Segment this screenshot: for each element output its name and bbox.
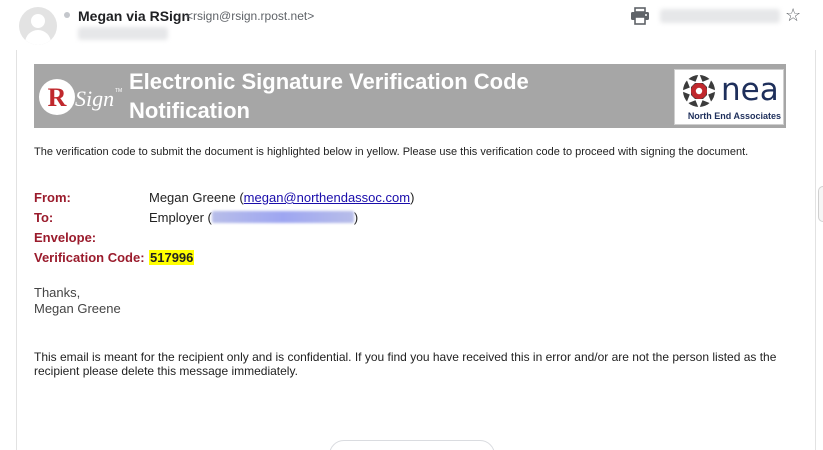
sender-name[interactable]: Megan via RSign xyxy=(78,8,190,24)
from-email-link[interactable]: megan@northendassoc.com xyxy=(244,190,410,205)
signoff-text: Thanks, xyxy=(34,285,81,300)
to-name: Employer ( xyxy=(149,210,212,225)
to-label: To: xyxy=(34,210,54,225)
from-name: Megan Greene ( xyxy=(149,190,244,205)
reply-button[interactable] xyxy=(329,440,495,450)
side-panel-handle[interactable] xyxy=(818,186,823,222)
nea-logo-subtitle: North End Associates xyxy=(687,111,781,121)
intro-text: The verification code to submit the docu… xyxy=(34,146,749,158)
unread-dot xyxy=(64,12,70,18)
nea-logo: nea North End Associates xyxy=(674,69,784,125)
printer-icon[interactable] xyxy=(630,7,650,25)
email-header: Megan via RSign <rsign@rsign.rpost.net> … xyxy=(0,0,823,222)
to-email-redacted[interactable] xyxy=(211,211,354,223)
rsign-logo-letter: R xyxy=(48,83,67,112)
to-value: Employer () xyxy=(149,210,358,225)
to-close: ) xyxy=(353,210,359,225)
from-label: From: xyxy=(34,190,71,205)
rsign-logo-tm: TM xyxy=(115,88,122,94)
banner-title: Electronic Signature Verification Code N… xyxy=(129,69,529,123)
person-avatar-icon[interactable] xyxy=(19,7,57,45)
from-close: ) xyxy=(410,190,415,205)
envelope-label: Envelope: xyxy=(34,230,97,245)
rsign-logo-word: Sign xyxy=(75,86,114,111)
verification-code-value[interactable]: 517996 xyxy=(149,250,195,265)
nea-sunburst-icon xyxy=(681,73,717,109)
recipient-redacted[interactable] xyxy=(78,27,168,40)
signature-block: Thanks, Megan Greene xyxy=(34,285,121,317)
timestamp-redacted xyxy=(660,9,780,23)
confidentiality-notice: This email is meant for the recipient on… xyxy=(34,350,777,378)
verification-code-label: Verification Code: xyxy=(34,250,145,265)
sender-email[interactable]: <rsign@rsign.rpost.net> xyxy=(186,9,314,23)
verification-code: 517996 xyxy=(149,250,195,265)
signer-name: Megan Greene xyxy=(34,301,121,316)
rsign-logo: R Sign TM xyxy=(38,70,126,124)
nea-logo-word: nea xyxy=(721,72,779,108)
from-value: Megan Greene (megan@northendassoc.com) xyxy=(149,190,414,205)
notification-banner: R Sign TM Electronic Signature Verificat… xyxy=(34,64,786,128)
star-icon[interactable]: ☆ xyxy=(785,4,801,26)
